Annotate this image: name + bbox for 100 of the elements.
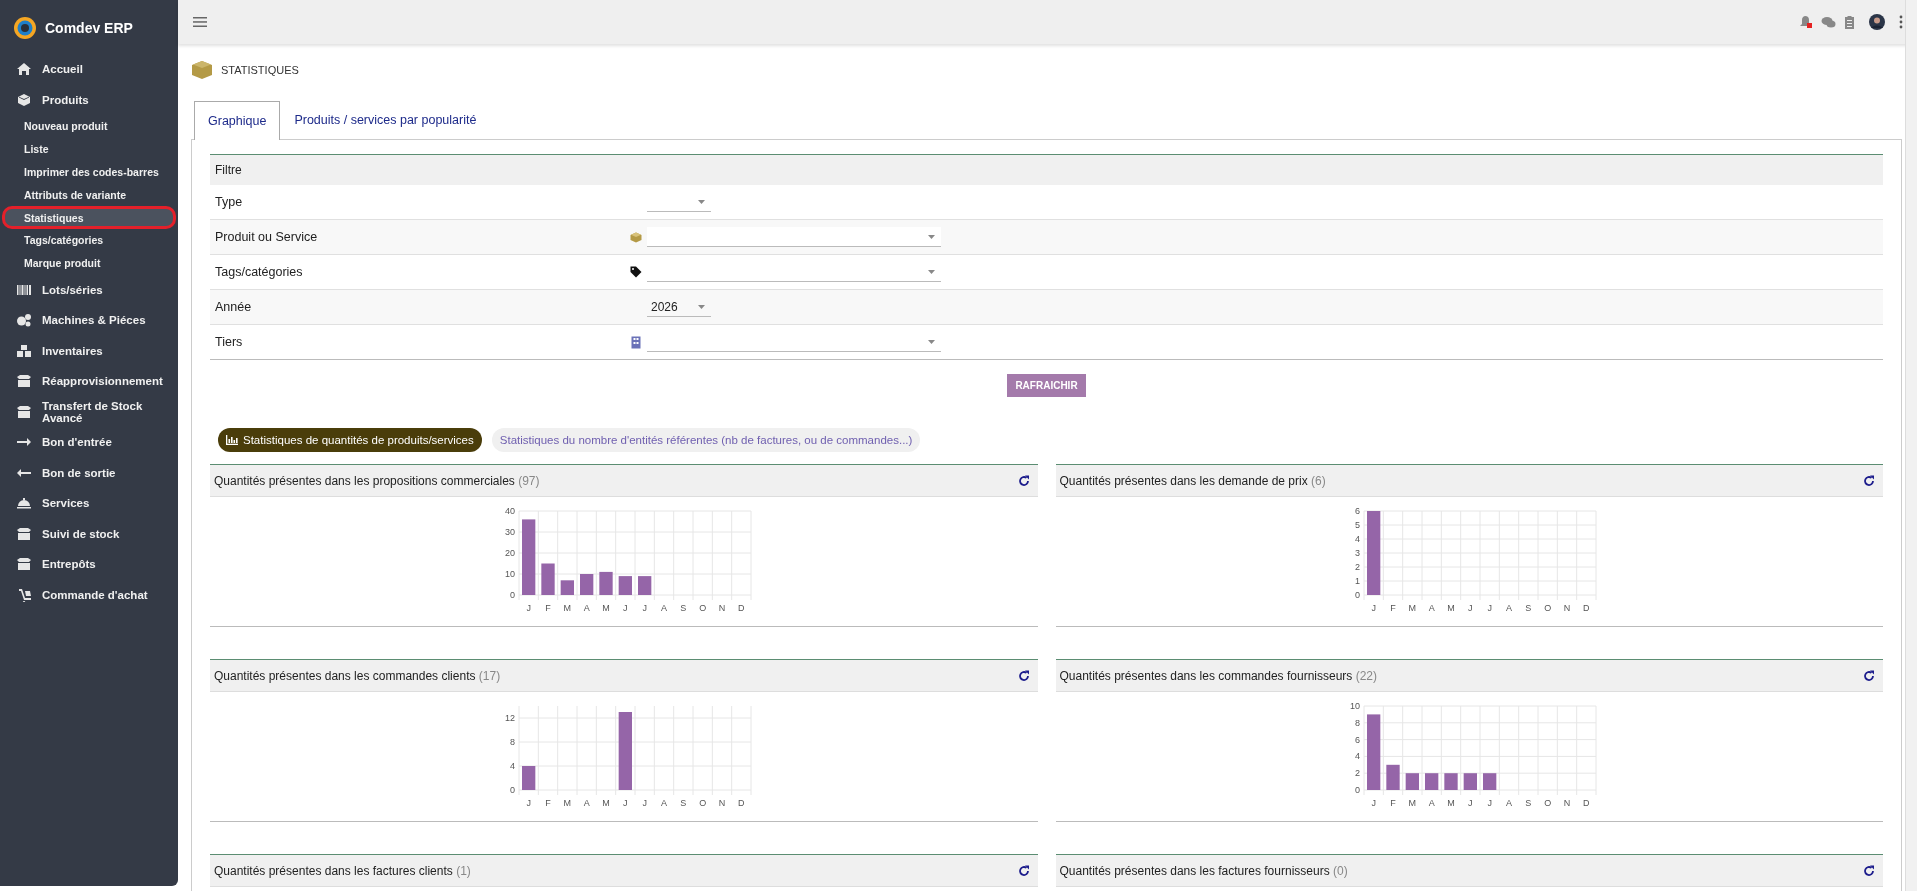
month-label: O [698, 603, 706, 613]
crate-icon [16, 374, 32, 389]
chat-icon[interactable] [1821, 15, 1836, 29]
month-label: O [1544, 798, 1552, 808]
month-label: O [1544, 603, 1552, 613]
sidebar-item[interactable]: Accueil [0, 54, 178, 85]
panel-title: Quantités présentes dans les factures fournisseurs (0) [1059, 863, 1348, 878]
scrollbar[interactable] [1905, 0, 1917, 891]
barcode-icon [16, 282, 32, 297]
sidebar-item[interactable]: Réapprovisionnement [0, 366, 178, 397]
filter-title: Filtre [210, 155, 1883, 185]
refresh-icon[interactable] [1863, 474, 1875, 487]
month-label: A [1428, 798, 1435, 808]
panel-title: Quantités présentes dans les factures clients (1) [214, 863, 471, 878]
tick-label: 10 [1350, 701, 1361, 711]
month-label: D [737, 798, 745, 808]
sidebar-item[interactable]: Tags/catégories [2, 229, 176, 252]
sidebar-item[interactable]: Lots/séries [0, 274, 178, 306]
tick-label: 0 [509, 785, 515, 795]
month-label: F [1390, 603, 1396, 613]
sidebar-item[interactable]: Commande d'achat [0, 579, 178, 611]
caret-icon [698, 199, 705, 204]
month-label: A [660, 603, 667, 613]
sidebar-item[interactable]: Produits [0, 84, 178, 115]
sidebar-item[interactable]: Suivi de stock [0, 518, 178, 550]
month-label: N [718, 798, 725, 808]
tick-label: 20 [504, 548, 515, 558]
panel-title: Quantités présentes dans les demande de prix (6) [1059, 473, 1326, 488]
sidebar-item[interactable]: Attributs de variante [2, 183, 176, 207]
bar [599, 571, 613, 595]
refresh-icon[interactable] [1863, 669, 1875, 682]
month-label: M [563, 798, 571, 808]
crate-icon [16, 557, 32, 572]
month-label: M [563, 603, 571, 613]
month-label: D [737, 603, 745, 613]
month-label: S [1525, 798, 1532, 808]
month-label: O [698, 798, 706, 808]
panel-title: Quantités présentes dans les commandes clients (17) [214, 668, 501, 683]
sidebar-item[interactable]: Bon d'entrée [0, 427, 178, 458]
clipboard-icon[interactable] [1844, 15, 1855, 29]
tab[interactable]: Graphique [194, 101, 281, 140]
sidebar-item[interactable]: Statistiques [2, 206, 176, 229]
tick-label: 4 [1355, 751, 1361, 762]
sidebar-item[interactable]: Imprimer des codes-barres [2, 160, 176, 184]
select-field[interactable] [647, 227, 941, 247]
month-label: A [1428, 603, 1435, 613]
sidebar-item[interactable]: Entrepôts [0, 549, 178, 580]
avatar[interactable] [1869, 14, 1885, 30]
sidebar-item[interactable]: Bon de sortie [0, 457, 178, 489]
bar [637, 576, 652, 595]
tick-label: 2 [1355, 768, 1361, 779]
sidebar-item[interactable]: Services [0, 488, 178, 519]
sidebar-item[interactable]: Liste [2, 137, 176, 161]
sidebar-item[interactable]: Marque produit [2, 251, 176, 275]
filter-label: Tiers [214, 335, 244, 349]
mode-button[interactable]: Statistiques de quantités de produits/services [218, 428, 482, 452]
sidebar-item[interactable]: Machines & Piéces [0, 305, 178, 336]
month-label: A [1506, 603, 1513, 613]
month-label: J [1371, 603, 1377, 613]
bar [579, 574, 594, 595]
month-label: J [622, 798, 628, 808]
month-label: S [1525, 603, 1532, 613]
refresh-icon[interactable] [1017, 669, 1030, 682]
month-label: D [1583, 798, 1590, 808]
tick-label: 1 [1355, 576, 1361, 586]
bar [1483, 773, 1497, 790]
bar [541, 563, 555, 595]
sidebar-item[interactable]: Inventaires [0, 335, 178, 367]
month-label: F [1390, 798, 1396, 808]
bell-icon[interactable] [1799, 15, 1813, 29]
tab[interactable]: Produits / services par popularité [280, 100, 491, 139]
tick-label: 6 [1355, 734, 1361, 745]
tick-label: 2 [1355, 562, 1361, 572]
mode-button[interactable]: Statistiques du nombre d'entités référentes (nb de factures, ou de commandes...) [491, 428, 921, 452]
tick-label: 12 [504, 713, 515, 723]
sidebar-item[interactable]: Transfert de Stock Avancé [0, 396, 178, 428]
chart-icon [226, 435, 238, 445]
month-label: J [1487, 798, 1493, 808]
tick-label: 8 [1355, 717, 1361, 728]
refresh-icon[interactable] [1863, 864, 1875, 877]
tick-label: 0 [509, 590, 515, 600]
stack-icon [16, 343, 32, 358]
select-field[interactable]: 2026 [647, 297, 711, 317]
box-icon [630, 231, 642, 243]
more-icon[interactable] [1899, 15, 1903, 29]
month-label: F [545, 603, 551, 613]
home-icon [16, 62, 32, 77]
menu-icon[interactable] [193, 16, 207, 28]
refresh-icon[interactable] [1017, 474, 1030, 487]
tick-label: 4 [1355, 534, 1361, 544]
month-label: S [680, 603, 687, 613]
sidebar-item[interactable]: Nouveau produit [2, 115, 176, 138]
refresh-button[interactable]: RAFRAICHIR [1007, 374, 1086, 397]
tick-label: 10 [504, 569, 515, 579]
tick-label: 8 [509, 737, 515, 747]
month-label: M [1408, 603, 1417, 613]
refresh-icon[interactable] [1017, 864, 1030, 877]
filter-label: Tags/catégories [214, 265, 304, 279]
month-label: A [583, 798, 590, 808]
caret-icon [928, 269, 935, 274]
